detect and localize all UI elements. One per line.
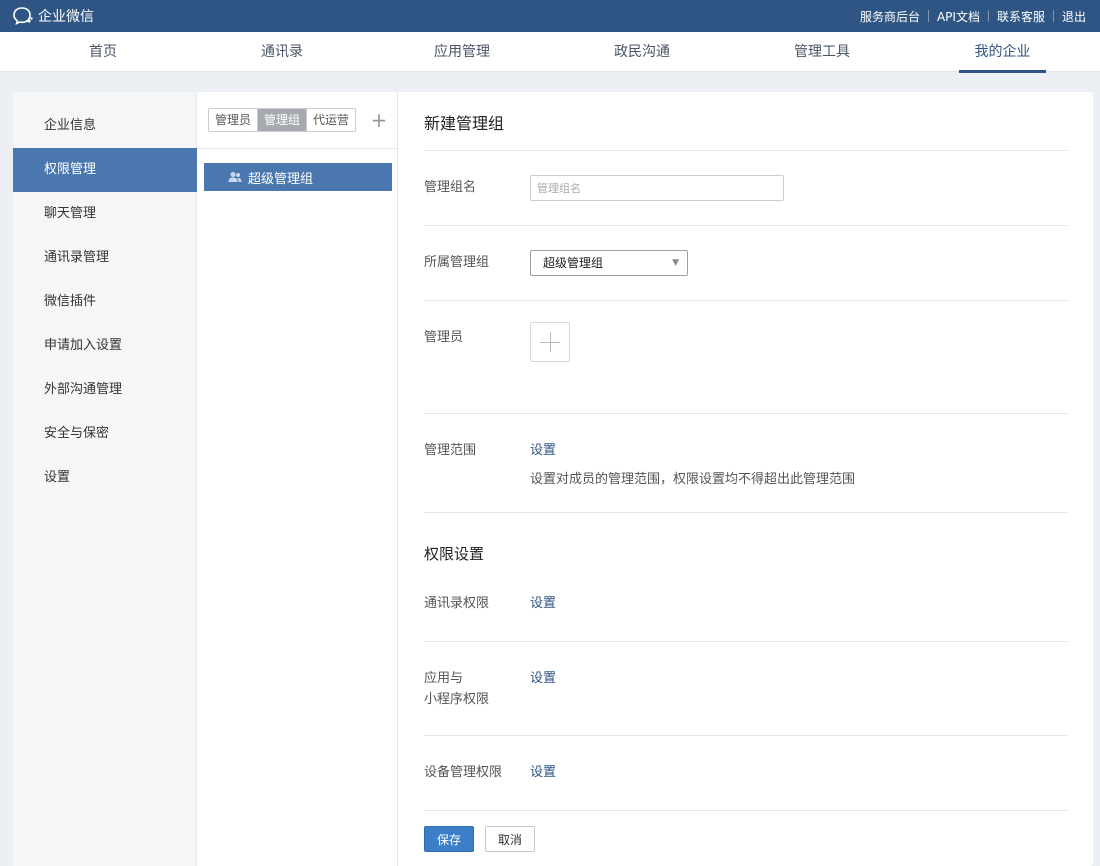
device-permission-label: 设备管理权限: [424, 765, 503, 780]
link-contact-support[interactable]: 联系客服: [989, 8, 1053, 25]
sidebar-item-settings[interactable]: 设置: [13, 463, 197, 493]
divider: [424, 300, 1068, 301]
tab-home[interactable]: 首页: [74, 32, 132, 72]
tab-contacts[interactable]: 通讯录: [253, 32, 311, 72]
link-provider-console[interactable]: 服务商后台: [852, 8, 928, 25]
sidebar-item-security[interactable]: 安全与保密: [13, 419, 197, 449]
sidebar-item-contacts-management[interactable]: 通讯录管理: [13, 243, 197, 273]
group-item-super-admin[interactable]: 超级管理组: [204, 163, 392, 191]
sidebar-item-external-communication[interactable]: 外部沟通管理: [13, 375, 197, 405]
app-permission-label-line1: 应用与: [424, 671, 464, 686]
add-group-button[interactable]: +: [370, 108, 388, 132]
scope-setting-link[interactable]: 设置: [530, 441, 556, 461]
group-name-input[interactable]: [530, 175, 784, 201]
app-permission-link[interactable]: 设置: [530, 669, 556, 689]
page-title: 新建管理组: [424, 114, 505, 133]
contacts-permission-link[interactable]: 设置: [530, 594, 556, 614]
sidebar-item-enterprise-info[interactable]: 企业信息: [13, 111, 197, 141]
link-api-docs[interactable]: API文档: [929, 8, 988, 25]
caret-down-icon: ▼: [672, 258, 679, 268]
form-area: 新建管理组 管理组名 所属管理组 超级管理组 ▼ 管理员 管理范围 设置 设置对…: [424, 92, 1068, 866]
divider: [424, 413, 1068, 414]
cancel-button[interactable]: 取消: [485, 826, 535, 852]
scope-label: 管理范围: [424, 443, 477, 458]
sidebar-item-wechat-plugin[interactable]: 微信插件: [13, 287, 197, 317]
admin-type-switch: 管理员 管理组 代运营: [208, 108, 357, 132]
users-icon: [228, 172, 242, 182]
scope-description: 设置对成员的管理范围，权限设置均不得超出此管理范围: [530, 472, 856, 487]
segment-admin-groups[interactable]: 管理组: [258, 109, 308, 131]
add-admin-button[interactable]: [530, 322, 570, 362]
divider: [198, 148, 397, 149]
divider: [424, 641, 1068, 642]
segment-admins[interactable]: 管理员: [209, 109, 259, 131]
app-permission-label-line2: 小程序权限: [424, 692, 490, 707]
admin-group-column: 管理员 管理组 代运营 + 超级管理组: [198, 92, 398, 866]
main-panel: 企业信息 权限管理 聊天管理 通讯录管理 微信插件 申请加入设置 外部沟通管理 …: [13, 92, 1093, 866]
top-links: 服务商后台 API文档 联系客服 退出: [852, 0, 1094, 32]
permissions-section-title: 权限设置: [424, 545, 485, 563]
parent-group-select[interactable]: 超级管理组 ▼: [530, 250, 688, 276]
contacts-permission-label: 通讯录权限: [424, 596, 490, 611]
logo[interactable]: 企业微信: [12, 6, 94, 26]
divider: [424, 810, 1068, 811]
app-name: 企业微信: [38, 9, 94, 25]
divider: [424, 735, 1068, 736]
device-permission-link[interactable]: 设置: [530, 763, 556, 783]
main-nav: 首页 通讯录 应用管理 政民沟通 管理工具 我的企业: [0, 32, 1100, 73]
sidebar: 企业信息 权限管理 聊天管理 通讯录管理 微信插件 申请加入设置 外部沟通管理 …: [13, 92, 197, 866]
segment-operators[interactable]: 代运营: [307, 109, 356, 131]
tab-management-tools[interactable]: 管理工具: [786, 32, 858, 72]
divider: [424, 512, 1068, 513]
top-bar: 企业微信 服务商后台 API文档 联系客服 退出: [0, 0, 1100, 32]
wecom-logo-icon: [13, 7, 33, 26]
parent-group-label: 所属管理组: [424, 255, 490, 270]
link-logout[interactable]: 退出: [1054, 8, 1094, 25]
sidebar-item-join-settings[interactable]: 申请加入设置: [13, 331, 197, 361]
divider: [424, 150, 1068, 151]
tab-app-management[interactable]: 应用管理: [426, 32, 498, 72]
divider: [424, 225, 1068, 226]
sidebar-item-chat-management[interactable]: 聊天管理: [13, 199, 197, 229]
group-item-label: 超级管理组: [248, 171, 314, 187]
save-button[interactable]: 保存: [424, 826, 474, 852]
parent-group-value: 超级管理组: [543, 256, 604, 270]
tab-gov-communication[interactable]: 政民沟通: [606, 32, 678, 72]
group-name-label: 管理组名: [424, 180, 477, 195]
tab-my-enterprise[interactable]: 我的企业: [959, 32, 1046, 73]
admin-label: 管理员: [424, 330, 464, 345]
sidebar-item-permissions[interactable]: 权限管理: [13, 148, 197, 192]
